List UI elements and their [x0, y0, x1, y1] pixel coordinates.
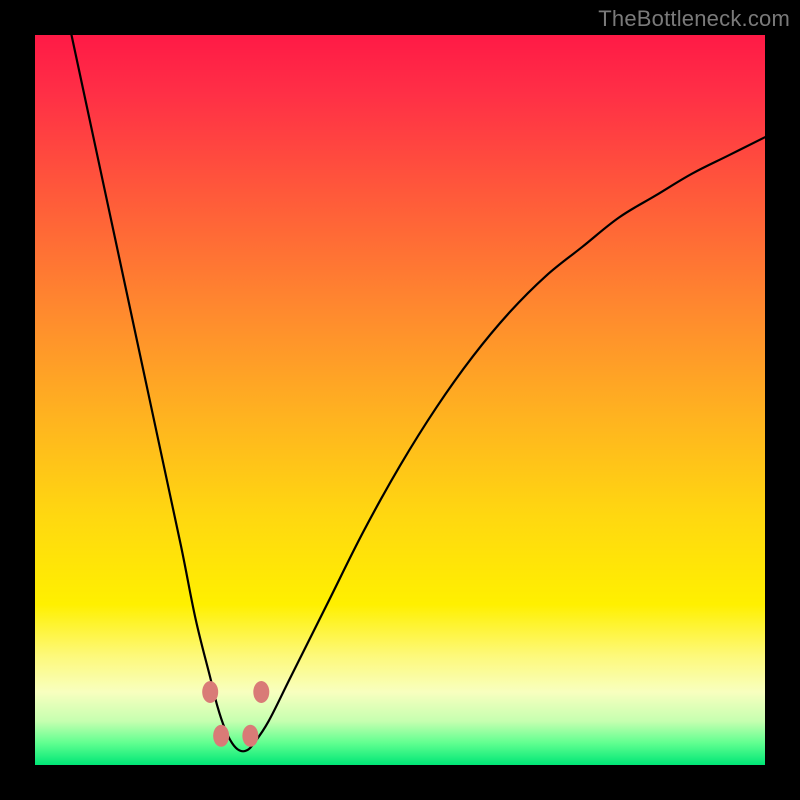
marker-right-lower [242, 725, 258, 747]
chart-frame: TheBottleneck.com [0, 0, 800, 800]
bottleneck-curve [72, 35, 766, 751]
marker-left-lower [213, 725, 229, 747]
marker-left-upper [202, 681, 218, 703]
plot-area [35, 35, 765, 765]
marker-right-upper [253, 681, 269, 703]
watermark-text: TheBottleneck.com [598, 6, 790, 32]
chart-svg [35, 35, 765, 765]
